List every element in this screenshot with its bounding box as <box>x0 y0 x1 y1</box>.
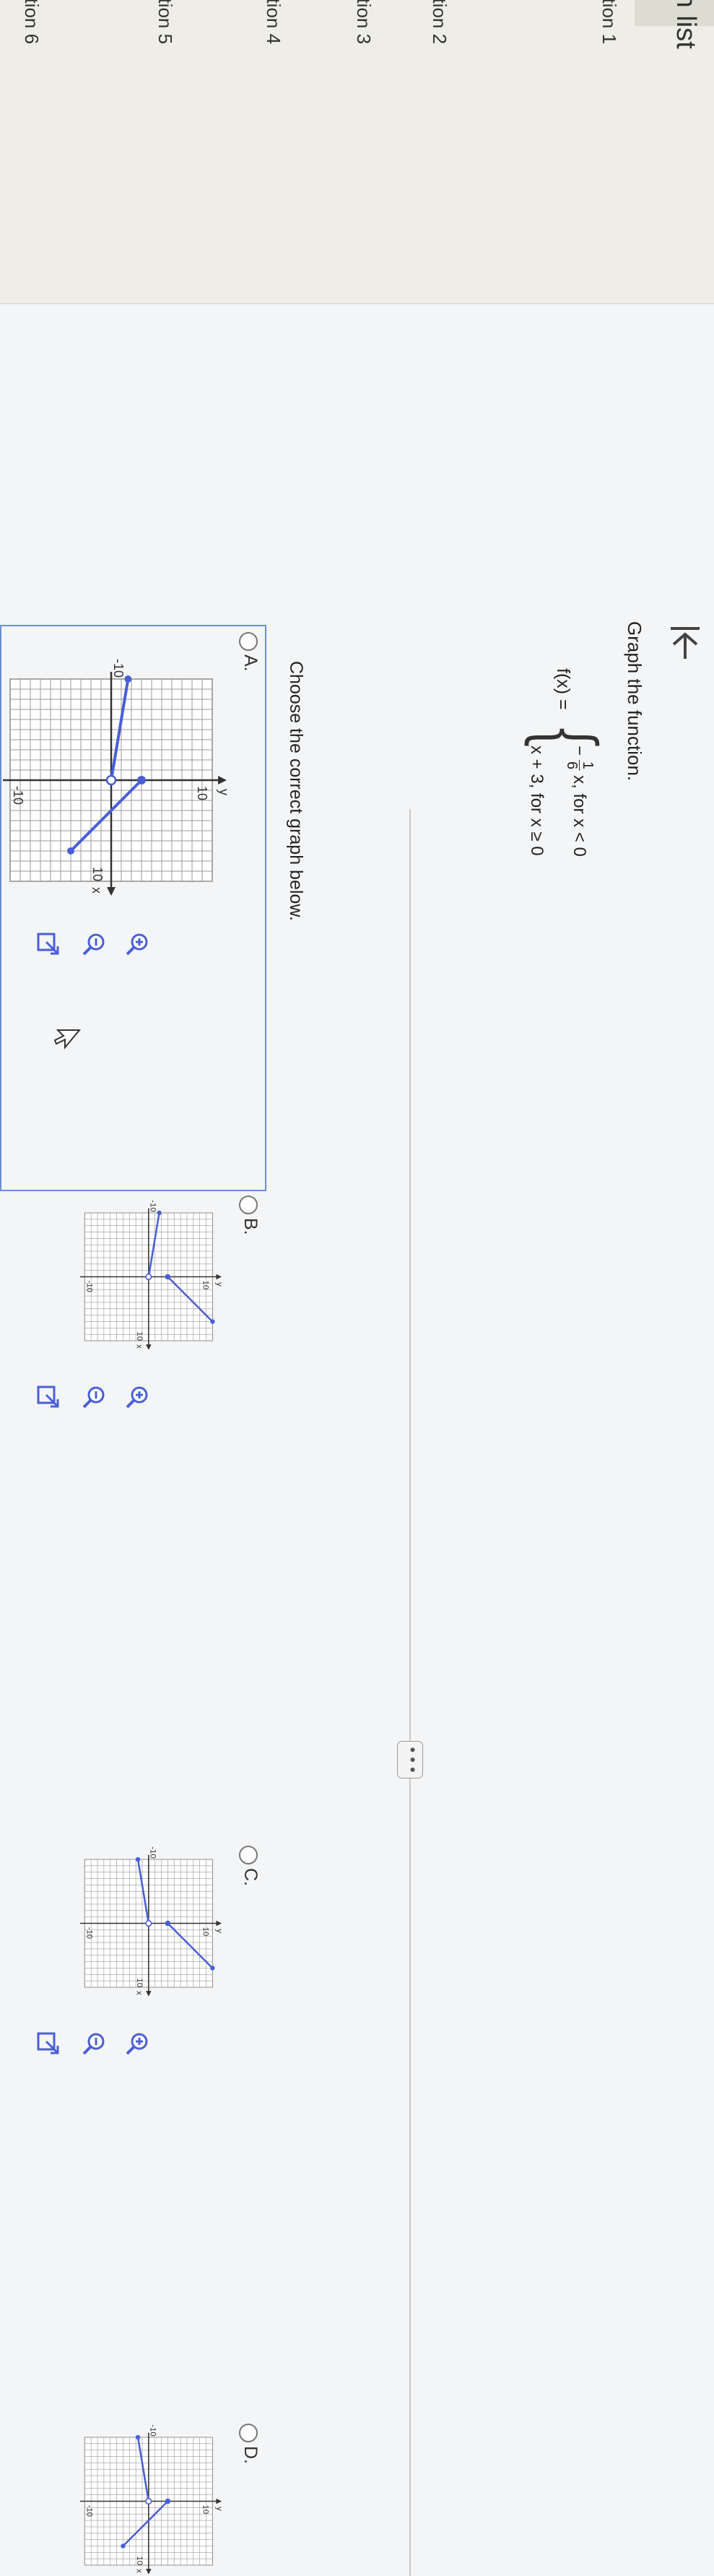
y-tick-label-neg-10: -10 <box>84 1281 93 1292</box>
mouse-pointer-icon <box>53 1029 82 1050</box>
choose-graph-label: Choose the correct graph below. <box>286 661 306 921</box>
x-axis-label: x <box>90 887 104 894</box>
x-tick-label-10: 10 <box>135 2556 144 2565</box>
y-axis-arrow <box>216 2498 222 2504</box>
endpoint-arrow <box>210 1319 215 1324</box>
zoom-out-icon[interactable] <box>80 930 108 958</box>
piecewise-piece-2: x + 3, for x ≥ 0 <box>527 745 547 856</box>
sidebar-item-question-1[interactable]: estion 1 <box>598 0 620 44</box>
option-c-graph: y x 10 10 -10 -10 <box>79 1846 224 1997</box>
x-tick-label-10: 10 <box>90 867 105 881</box>
option-a-graph: y x 10 10 -10 -10 <box>3 659 231 896</box>
y-axis-label: y <box>215 1282 224 1287</box>
sidebar-item-question-3[interactable]: estion 3 <box>352 0 375 44</box>
piece1-sign: − <box>570 745 590 756</box>
endpoint-arrow <box>121 2543 126 2549</box>
x-tick-label-10: 10 <box>135 1978 144 1987</box>
y-tick-label-10: 10 <box>201 1281 210 1290</box>
x-axis-arrow <box>146 1991 152 1997</box>
graph-grid: y x 10 10 -10 -10 <box>3 659 231 896</box>
x-axis-label: x <box>134 1344 143 1349</box>
question-prompt: Graph the function. <box>624 621 645 782</box>
endpoint-arrow <box>135 1857 141 1862</box>
open-endpoint <box>105 774 117 786</box>
x-tick-label-neg-10: -10 <box>111 659 126 678</box>
graph-grid: y x 10 10 -10 -10 <box>79 2424 224 2575</box>
zoom-in-icon[interactable] <box>123 930 151 958</box>
piece1-numerator: 1 <box>579 760 596 771</box>
expand-more-button[interactable]: • • • <box>397 1741 423 1778</box>
option-d-graph: y x 10 10 -10 -10 <box>79 2424 224 2575</box>
y-axis-label: y <box>215 1929 224 1933</box>
x-tick-label-10: 10 <box>135 1331 144 1341</box>
closed-endpoint <box>137 776 146 785</box>
closed-endpoint <box>165 1274 171 1280</box>
closed-endpoint <box>165 2498 171 2504</box>
section-divider <box>409 809 411 2576</box>
x-tick-label-neg-10: -10 <box>148 1846 157 1858</box>
piecewise-piece-1: − 1 6 x, for x < 0 <box>564 745 596 857</box>
option-d-letter: D. <box>240 2446 261 2464</box>
x-axis-arrow <box>107 887 116 896</box>
y-tick-label-10: 10 <box>195 786 209 800</box>
option-c-letter: C. <box>240 1868 261 1886</box>
piece1-tail: x, for x < 0 <box>570 775 590 857</box>
endpoint-arrow <box>157 1210 162 1216</box>
y-axis-label: y <box>215 2507 224 2511</box>
y-tick-label-neg-10: -10 <box>11 786 25 805</box>
graph-grid: y x 10 10 -10 -10 <box>79 1846 224 1997</box>
zoom-out-icon[interactable] <box>80 1383 108 1411</box>
y-axis-arrow <box>216 1274 222 1280</box>
piece1-fraction: 1 6 <box>564 760 596 771</box>
function-label: f(x) = <box>553 668 573 710</box>
option-a-radio[interactable] <box>239 632 258 651</box>
option-b-radio[interactable] <box>239 1196 258 1214</box>
zoom-in-icon[interactable] <box>123 2030 151 2057</box>
y-tick-label-neg-10: -10 <box>84 2505 93 2517</box>
screen: ion list estion 1 estion 2 estion 3 esti… <box>0 0 714 2576</box>
question-list-sidebar: ion list estion 1 estion 2 estion 3 esti… <box>0 0 714 304</box>
closed-endpoint <box>165 1920 171 1927</box>
endpoint-arrow <box>124 675 132 683</box>
option-c-radio[interactable] <box>239 1846 258 1864</box>
option-d-radio[interactable] <box>239 2424 258 2442</box>
popout-icon[interactable] <box>33 1383 61 1411</box>
collapse-left-icon[interactable] <box>663 621 707 665</box>
sidebar-item-question-2[interactable]: estion 2 <box>428 0 450 44</box>
y-tick-label-10: 10 <box>201 1927 210 1937</box>
zoom-in-icon[interactable] <box>123 1383 151 1411</box>
open-endpoint <box>145 1273 152 1281</box>
question-main-area: Graph the function. f(x) = { − 1 6 x, fo… <box>0 303 714 2576</box>
sidebar-item-question-5[interactable]: estion 5 <box>154 0 176 44</box>
sidebar-item-question-6[interactable]: estion 6 <box>20 0 43 44</box>
x-tick-label-neg-10: -10 <box>148 1200 157 1211</box>
popout-icon[interactable] <box>33 2030 61 2057</box>
y-axis-arrow <box>216 1920 222 1927</box>
x-axis-label: x <box>134 1991 143 1995</box>
graph-grid: y x 10 10 -10 -10 <box>79 1200 224 1350</box>
endpoint-arrow <box>67 847 74 855</box>
sidebar-item-question-4[interactable]: estion 4 <box>262 0 284 44</box>
popout-icon[interactable] <box>33 930 61 958</box>
endpoint-arrow <box>210 1966 215 1971</box>
option-b-graph: y x 10 10 -10 -10 <box>79 1200 224 1350</box>
y-tick-label-10: 10 <box>201 2505 210 2515</box>
zoom-out-icon[interactable] <box>80 2030 108 2057</box>
y-axis-label: y <box>217 789 231 795</box>
option-b-letter: B. <box>240 1218 261 1235</box>
open-endpoint <box>145 1919 152 1927</box>
x-axis-arrow <box>146 1344 152 1350</box>
sidebar-title: ion list <box>671 0 701 49</box>
piece1-denominator: 6 <box>564 761 580 770</box>
x-tick-label-neg-10: -10 <box>148 2424 157 2436</box>
option-a-letter: A. <box>240 654 261 672</box>
x-axis-label: x <box>134 2569 143 2573</box>
y-axis-arrow <box>218 776 227 785</box>
x-axis-arrow <box>146 2569 152 2575</box>
open-endpoint <box>145 2497 152 2505</box>
y-tick-label-neg-10: -10 <box>84 1927 93 1939</box>
endpoint-arrow <box>135 2434 141 2440</box>
